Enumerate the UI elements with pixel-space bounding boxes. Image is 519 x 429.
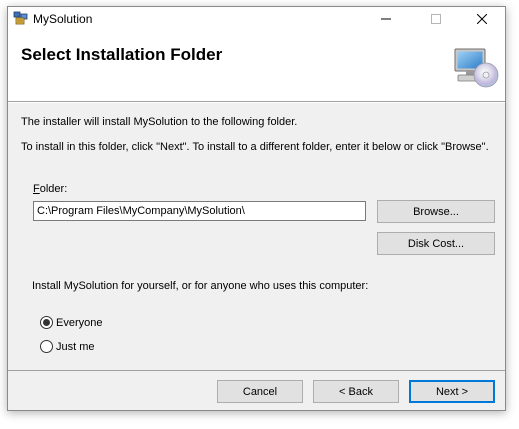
- browse-button[interactable]: Browse...: [377, 200, 495, 223]
- radio-button-just-me[interactable]: [40, 340, 53, 353]
- radio-button-everyone[interactable]: [40, 316, 53, 329]
- radio-just-me[interactable]: Just me: [40, 340, 95, 353]
- close-icon: [477, 14, 487, 24]
- radio-everyone[interactable]: Everyone: [40, 316, 102, 329]
- installer-window: MySolution Select Installation Folder Th…: [7, 6, 506, 411]
- installer-app-icon: [13, 11, 28, 25]
- minimize-button[interactable]: [363, 7, 409, 31]
- install-scope-question: Install MySolution for yourself, or for …: [32, 280, 369, 292]
- folder-label-text: older:: [39, 183, 68, 195]
- intro-text: The installer will install MySolution to…: [21, 116, 298, 128]
- instruction-text: To install in this folder, click "Next".…: [21, 141, 489, 153]
- disk-cost-button[interactable]: Disk Cost...: [377, 232, 495, 255]
- maximize-icon: [431, 14, 441, 24]
- cancel-button[interactable]: Cancel: [217, 380, 303, 403]
- folder-label-accesskey: F: [33, 183, 40, 195]
- radio-label-just-me: Just me: [56, 340, 95, 353]
- minimize-icon: [381, 18, 391, 20]
- folder-label: Folder:: [33, 183, 67, 195]
- next-button[interactable]: Next >: [409, 380, 495, 403]
- maximize-button[interactable]: [413, 7, 459, 31]
- radio-label-everyone: Everyone: [56, 316, 103, 329]
- computer-cd-icon: [454, 48, 499, 88]
- header-divider: [8, 102, 505, 103]
- close-button[interactable]: [459, 7, 505, 31]
- page-title: Select Installation Folder: [21, 45, 223, 64]
- window-title: MySolution: [33, 12, 93, 26]
- header-banner: Select Installation Folder: [8, 31, 505, 102]
- footer-divider: [8, 370, 505, 371]
- folder-path-input[interactable]: [33, 201, 366, 221]
- title-bar[interactable]: MySolution: [8, 7, 505, 31]
- back-button[interactable]: < Back: [313, 380, 399, 403]
- radio-selected-dot: [43, 319, 50, 326]
